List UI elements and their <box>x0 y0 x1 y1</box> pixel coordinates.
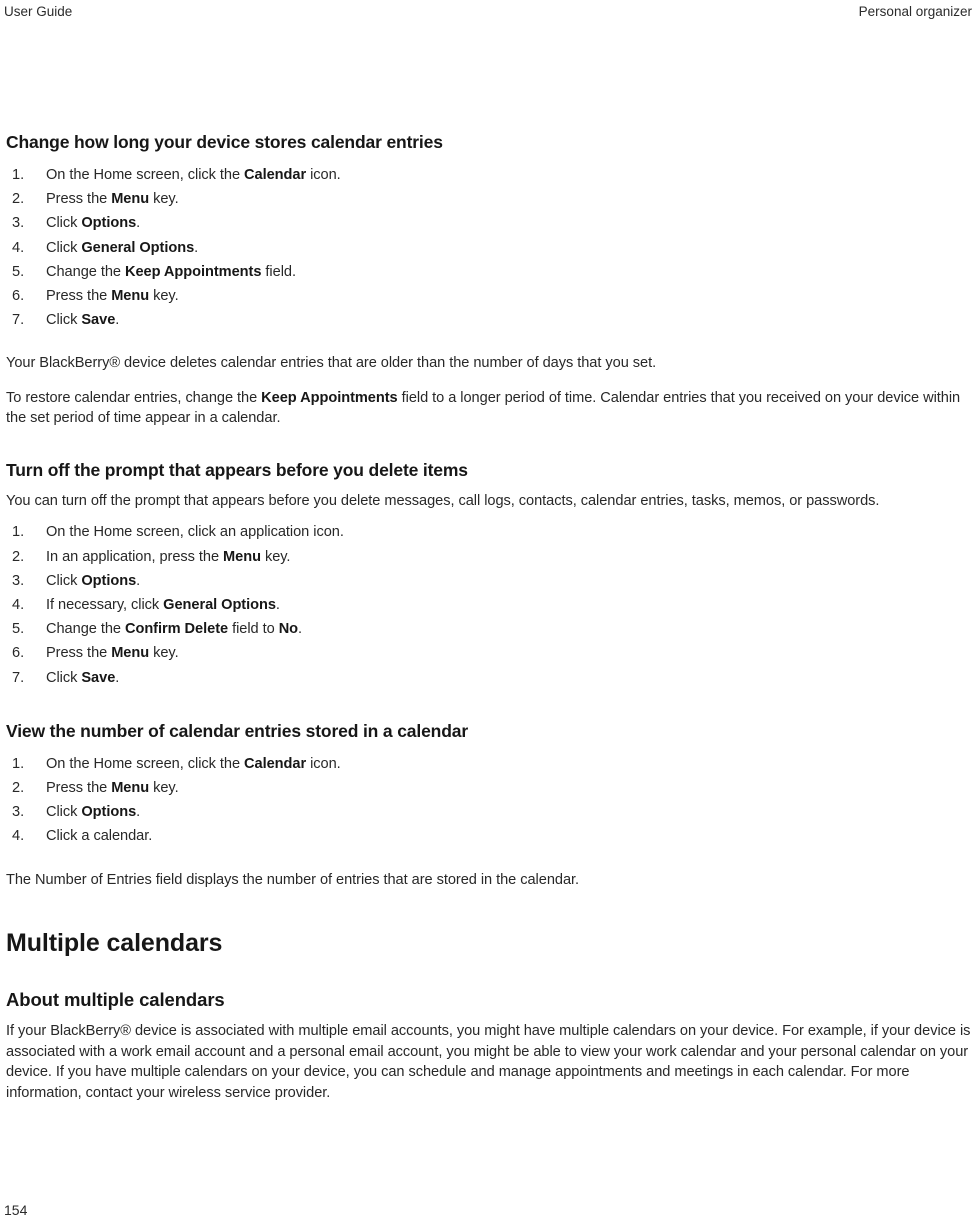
step-text: Press the Menu key. <box>46 645 179 662</box>
ui-term: Confirm Delete <box>124 621 229 638</box>
section-heading: Turn off the prompt that appears before … <box>6 459 468 480</box>
chapter-subheading: About multiple calendars <box>6 989 225 1011</box>
procedure-step: 3. Click Options. <box>6 800 972 824</box>
procedure-step: 1. On the Home screen, click an applicati… <box>6 520 972 544</box>
ui-term: General Options <box>81 239 195 256</box>
step-number: 1. <box>12 524 25 541</box>
procedure-step: 6. Press the Menu key. <box>6 284 972 308</box>
procedure-step: 3. Click Options. <box>6 211 972 235</box>
ui-term: Menu <box>111 191 150 208</box>
running-header-left: User Guide <box>4 4 73 19</box>
step-number: 6. <box>12 645 25 662</box>
ui-term: Calendar <box>244 167 307 183</box>
procedure-list: 1. On the Home screen, click an applicati… <box>6 520 972 689</box>
step-text: Change the Keep Appointments field. <box>46 263 296 280</box>
step-number: 1. <box>12 755 25 772</box>
procedure-step: 7. Click Save. <box>6 308 972 332</box>
procedure-step: 5. Change the Keep Appointments field. <box>6 260 972 284</box>
ui-term: General Options <box>163 597 276 614</box>
step-number: 7. <box>12 312 25 329</box>
ui-term: Options <box>81 804 137 821</box>
section-change-how-long: Change how long your device stores calen… <box>6 131 972 429</box>
procedure-step: 1. On the Home screen, click the Calendar… <box>6 752 972 776</box>
ui-term: Save <box>81 669 116 686</box>
step-text: Press the Menu key. <box>46 780 179 797</box>
step-text: Click General Options. <box>46 239 199 256</box>
step-number: 5. <box>12 263 25 280</box>
procedure-step: 7. Click Save. <box>6 666 972 690</box>
procedure-step: 4. Click a calendar. <box>6 824 972 848</box>
body-paragraph: To restore calendar entries, change the … <box>6 389 961 427</box>
step-text: In an application, press the Menu key. <box>46 548 291 565</box>
section-heading: View the number of calendar entries stor… <box>6 720 468 741</box>
running-header-right: Personal organizer <box>858 4 972 19</box>
ui-term: Keep Appointments <box>124 263 262 280</box>
ui-term: Options <box>81 215 137 232</box>
running-header: User Guide Personal organizer <box>0 0 975 24</box>
page-content: Change how long your device stores calen… <box>6 131 972 1103</box>
step-number: 2. <box>12 191 25 208</box>
procedure-step: 3. Click Options. <box>6 569 972 593</box>
ui-term: Save <box>81 312 116 329</box>
step-number: 4. <box>12 239 25 256</box>
step-text: Click a calendar. <box>46 828 153 845</box>
ui-term: Menu <box>111 780 150 797</box>
step-number: 3. <box>12 215 25 232</box>
step-text: On the Home screen, click an application… <box>46 524 344 541</box>
step-text: Press the Menu key. <box>46 288 179 305</box>
step-text: On the Home screen, click the Calendar i… <box>46 755 341 772</box>
ui-term: Options <box>81 572 137 589</box>
procedure-step: 4. If necessary, click General Options. <box>6 593 972 617</box>
body-paragraph: If your BlackBerry® device is associated… <box>6 1023 971 1101</box>
section-turn-off-prompt: Turn off the prompt that appears before … <box>6 459 972 690</box>
procedure-step: 4. Click General Options. <box>6 236 972 260</box>
step-number: 4. <box>12 597 25 614</box>
body-paragraph: Your BlackBerry® device deletes calendar… <box>6 355 657 372</box>
procedure-step: 2. Press the Menu key. <box>6 187 972 211</box>
procedure-step: 1. On the Home screen, click the Calendar… <box>6 163 972 187</box>
page-number: 154 <box>4 1202 28 1218</box>
ui-term: Calendar <box>244 755 307 772</box>
step-text: Click Options. <box>46 804 141 821</box>
step-text: Click Save. <box>46 312 120 329</box>
procedure-step: 5. Change the Confirm Delete field to No. <box>6 617 972 641</box>
step-number: 2. <box>12 548 25 565</box>
step-number: 1. <box>12 167 25 183</box>
ui-term: Menu <box>223 548 261 565</box>
step-number: 4. <box>12 828 25 845</box>
procedure-list: 1. On the Home screen, click the Calendar… <box>6 752 972 849</box>
step-text: Press the Menu key. <box>46 191 179 208</box>
section-view-number-entries: View the number of calendar entries stor… <box>6 720 972 890</box>
procedure-step: 2. Press the Menu key. <box>6 776 972 800</box>
step-text: Click Options. <box>46 215 141 232</box>
procedure-list: 1. On the Home screen, click the Calendar… <box>6 163 972 332</box>
step-text: Click Save. <box>46 669 120 686</box>
ui-term: No <box>278 621 299 638</box>
procedure-step: 2. In an application, press the Menu key. <box>6 545 972 569</box>
step-number: 6. <box>12 288 25 305</box>
step-text: If necessary, click General Options. <box>46 597 280 614</box>
step-text: Change the Confirm Delete field to No. <box>46 621 303 638</box>
document-page: User Guide Personal organizer Change how… <box>0 0 975 1228</box>
body-paragraph: The Number of Entries field displays the… <box>6 871 580 888</box>
ui-term: Menu <box>111 288 150 305</box>
step-text: On the Home screen, click the Calendar i… <box>46 167 341 183</box>
body-paragraph: You can turn off the prompt that appears… <box>6 492 880 509</box>
section-heading: Change how long your device stores calen… <box>6 132 443 152</box>
step-number: 2. <box>12 780 25 797</box>
step-number: 7. <box>12 669 25 686</box>
step-number: 3. <box>12 804 25 821</box>
ui-term: Menu <box>111 645 150 662</box>
step-number: 5. <box>12 621 25 638</box>
ui-term: Keep Appointments <box>261 389 398 406</box>
chapter-multiple-calendars: Multiple calendars About multiple calend… <box>6 928 972 1103</box>
chapter-title: Multiple calendars <box>6 929 223 958</box>
step-number: 3. <box>12 572 25 589</box>
step-text: Click Options. <box>46 572 141 589</box>
procedure-step: 6. Press the Menu key. <box>6 641 972 665</box>
